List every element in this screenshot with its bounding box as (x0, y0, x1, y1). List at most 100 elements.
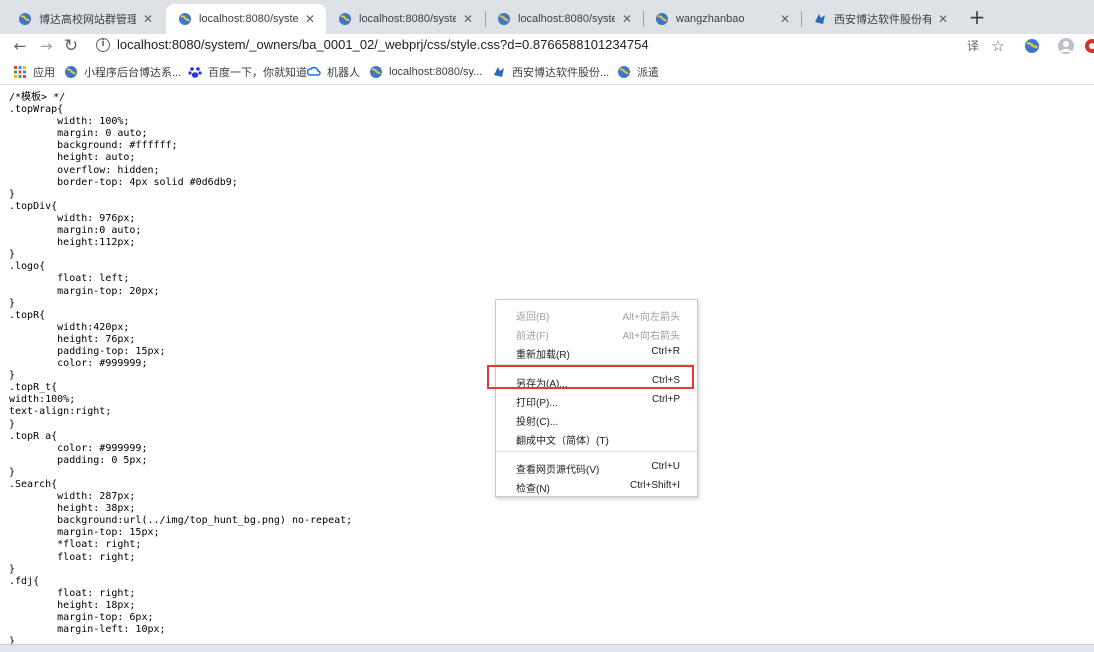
tab-xian-boda[interactable]: 西安博达软件股份有限公 ✕ (801, 4, 959, 34)
css-line: color: #999999; (9, 442, 148, 454)
css-line: margin-top: 20px; (9, 285, 160, 297)
tab-title: localhost:8080/system/ (199, 13, 298, 25)
baidu-paw-icon (188, 67, 202, 78)
globe-icon (339, 13, 351, 25)
close-icon[interactable]: ✕ (140, 11, 156, 27)
css-line: } (9, 188, 16, 200)
menu-item-forward[interactable]: 前进(F) Alt+向右箭头 (496, 323, 697, 342)
context-menu: 返回(B) Alt+向左箭头 前进(F) Alt+向右箭头 重新加载(R) Ct… (495, 299, 698, 497)
css-line: width: 976px; (9, 212, 136, 224)
css-line: .topWrap{ (9, 104, 64, 116)
bottom-edge (0, 644, 1094, 652)
tab-wangzhanbao[interactable]: wangzhanbao ✕ (643, 4, 801, 34)
css-line: text-align:right; (9, 406, 112, 418)
avatar[interactable] (1056, 36, 1076, 56)
css-line: .logo{ (9, 261, 46, 273)
reload-button[interactable]: ↻ (61, 36, 81, 56)
bookmark-paiqian[interactable]: 派遣 (617, 63, 659, 81)
red-highlight-box (487, 365, 694, 389)
tab-bodagaoxiao[interactable]: 博达高校网站群管理平台 ✕ (6, 4, 164, 34)
bookmark-label: 西安博达软件股份... (512, 67, 610, 79)
css-line: .topDiv{ (9, 200, 58, 212)
globe-icon (179, 13, 191, 25)
globe-icon (19, 13, 31, 25)
css-line: background:url(../img/top_hunt_bg.png) n… (9, 515, 353, 527)
css-line: margin-top: 6px; (9, 612, 154, 624)
bookmark-xian-boda[interactable]: 西安博达软件股份... (492, 63, 609, 81)
menu-item-cast[interactable]: 投射(C)... (496, 409, 697, 428)
css-line: .Search{ (9, 479, 58, 490)
css-line: .topR{ (9, 309, 46, 321)
css-line: .topR a{ (9, 430, 58, 442)
tab-localhost-active[interactable]: localhost:8080/system/ ✕ (166, 4, 326, 34)
menu-separator (496, 451, 697, 452)
bookmarks-bar: 应用 小程序后台博达系... 百度一下，你就知道 机器人 localhost:8… (0, 58, 1094, 85)
menu-item-print[interactable]: 打印(P)... Ctrl+P (496, 390, 697, 409)
css-line: margin: 0 auto; (9, 128, 148, 140)
menu-item-inspect[interactable]: 检查(N) Ctrl+Shift+I (496, 476, 697, 495)
css-line: .fdj{ (9, 575, 40, 587)
new-tab-button[interactable]: + (966, 7, 988, 29)
css-line: } (9, 636, 16, 644)
tab-title: localhost:8080/system/ (518, 13, 615, 25)
bookmark-robot[interactable]: 机器人 (307, 63, 360, 81)
css-line: padding-top: 15px; (9, 345, 166, 357)
css-line: height: 18px; (9, 599, 136, 611)
url-text[interactable]: localhost:8080/system/_owners/ba_0001_02… (117, 37, 649, 52)
css-line: border-top: 4px solid #0d6db9; (9, 176, 238, 188)
info-icon[interactable]: i (96, 38, 110, 52)
css-line: width: 100%; (9, 116, 130, 128)
bookmark-baidu[interactable]: 百度一下，你就知道 (188, 63, 307, 81)
tab-title: wangzhanbao (676, 13, 745, 25)
css-line: height: 38px; (9, 503, 136, 515)
tab-title: 博达高校网站群管理平台 (39, 14, 136, 26)
css-line: } (9, 563, 16, 575)
translate-icon[interactable]: 译 (963, 36, 983, 56)
bookmark-apps[interactable]: 应用 (13, 63, 55, 81)
css-line: float: right; (9, 551, 136, 563)
close-icon[interactable]: ✕ (777, 11, 793, 27)
close-icon[interactable]: ✕ (619, 11, 635, 27)
menu-item-translate[interactable]: 翻成中文（简体）(T) (496, 428, 697, 447)
css-line: margin:0 auto; (9, 225, 142, 237)
extension-globe-icon[interactable] (1022, 36, 1042, 56)
tab-title: localhost:8080/system/ (359, 13, 456, 25)
close-icon[interactable]: ✕ (460, 11, 476, 27)
bookmark-label: 小程序后台博达系... (84, 67, 182, 79)
menu-item-back[interactable]: 返回(B) Alt+向左箭头 (496, 304, 697, 323)
bookmark-miniprogram[interactable]: 小程序后台博达系... (64, 63, 181, 81)
forward-button[interactable]: → (36, 36, 56, 56)
tab-localhost-3[interactable]: localhost:8080/system/ ✕ (485, 4, 643, 34)
menu-item-view-source[interactable]: 查看网页源代码(V) Ctrl+U (496, 457, 697, 476)
bookmark-label: 机器人 (327, 67, 360, 79)
css-line: height: auto; (9, 152, 136, 164)
close-icon[interactable]: ✕ (935, 11, 951, 27)
css-line: overflow: hidden; (9, 164, 160, 176)
css-line: } (9, 466, 16, 478)
css-line: .topR_t{ (9, 382, 58, 394)
tab-strip: 博达高校网站群管理平台 ✕ localhost:8080/system/ ✕ l… (0, 0, 1094, 34)
css-line: background: #ffffff; (9, 140, 178, 152)
css-line: float: right; (9, 587, 136, 599)
bookmark-label: localhost:8080/sy... (389, 66, 483, 78)
toolbar: ← → ↻ i localhost:8080/system/_owners/ba… (0, 34, 1094, 58)
extension-red-icon[interactable] (1082, 36, 1094, 56)
back-button[interactable]: ← (10, 36, 30, 56)
tab-localhost-2[interactable]: localhost:8080/system/ ✕ (326, 4, 484, 34)
css-line: color: #999999; (9, 358, 148, 370)
css-line: width: 287px; (9, 491, 136, 503)
css-line: /*模板> */ (9, 92, 66, 103)
close-icon[interactable]: ✕ (302, 11, 318, 27)
bookmark-localhost[interactable]: localhost:8080/sy... (369, 63, 482, 81)
menu-item-reload[interactable]: 重新加载(R) Ctrl+R (496, 342, 697, 361)
css-line: width:420px; (9, 321, 130, 333)
css-line: } (9, 418, 16, 430)
address-bar[interactable]: i localhost:8080/system/_owners/ba_0001_… (92, 34, 1020, 57)
css-line: height: 76px; (9, 333, 136, 345)
star-icon[interactable]: ☆ (988, 36, 1008, 56)
apps-grid-icon (14, 66, 26, 78)
page-icon (815, 14, 825, 24)
bookmark-label: 应用 (33, 67, 55, 79)
css-line: float: left; (9, 273, 130, 285)
css-line: *float: right; (9, 539, 142, 551)
